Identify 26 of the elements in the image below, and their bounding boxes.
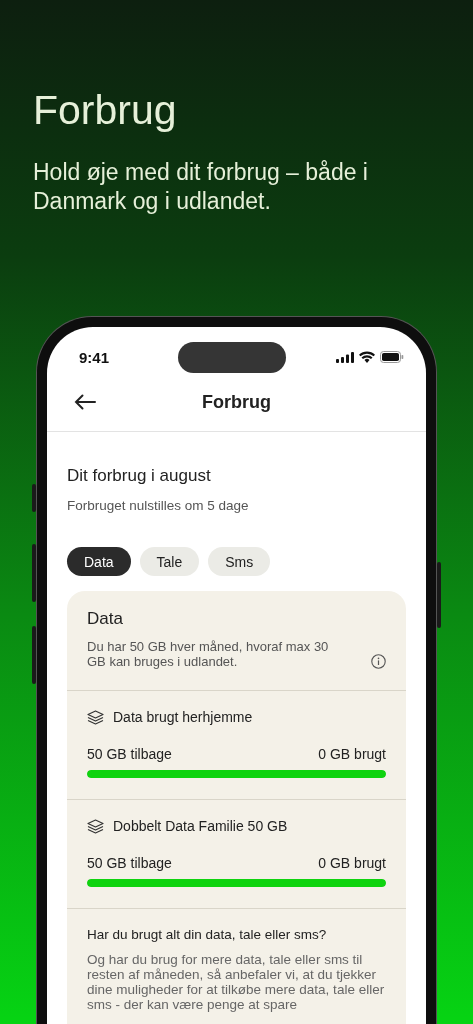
tip-title: Har du brugt alt din data, tale eller sms? [87, 927, 328, 942]
battery-icon [380, 351, 404, 363]
subtitle: Hold øje med dit forbrug – både i Danmark og i udlandet. [33, 158, 369, 216]
status-time: 9:41 [79, 348, 110, 366]
signal-icon [336, 351, 354, 363]
headline: Forbrug [33, 86, 178, 134]
layers-icon [87, 709, 104, 725]
remaining-amount: 50 GB tilbage [87, 855, 172, 871]
card-description: Du har 50 GB hver måned, hvoraf max 30 GB kan bruges i udlandet. [87, 639, 330, 669]
usage-tab[interactable]: Tale [139, 547, 200, 576]
layers-icon [87, 818, 104, 834]
tip-text: Og har du brug for mere data, tale eller sms til resten af måneden, så anbefaler vi, at du tjekker dine muligheder for at tilkøbe mere data, tale eller sms - der kan være penge at spare [87, 952, 386, 1012]
usage-tab[interactable]: Sms [208, 547, 271, 576]
period-subtitle: Forbruget nulstilles om 5 dage [67, 498, 250, 513]
meter-name: Data brugt herhjemme [113, 709, 253, 725]
wifi-icon [359, 351, 375, 363]
used-amount: 0 GB brugt [318, 746, 386, 762]
card-title: Data [87, 609, 124, 629]
remaining-amount: 50 GB tilbage [87, 746, 172, 762]
period-title: Dit forbrug i august [67, 466, 212, 486]
meter-name: Dobbelt Data Familie 50 GB [113, 818, 288, 834]
screen-title: Forbrug [202, 391, 271, 413]
used-amount: 0 GB brugt [318, 855, 386, 871]
info-icon[interactable] [371, 654, 386, 669]
usage-tab[interactable]: Data [67, 547, 131, 576]
back-arrow-icon[interactable] [74, 394, 96, 410]
